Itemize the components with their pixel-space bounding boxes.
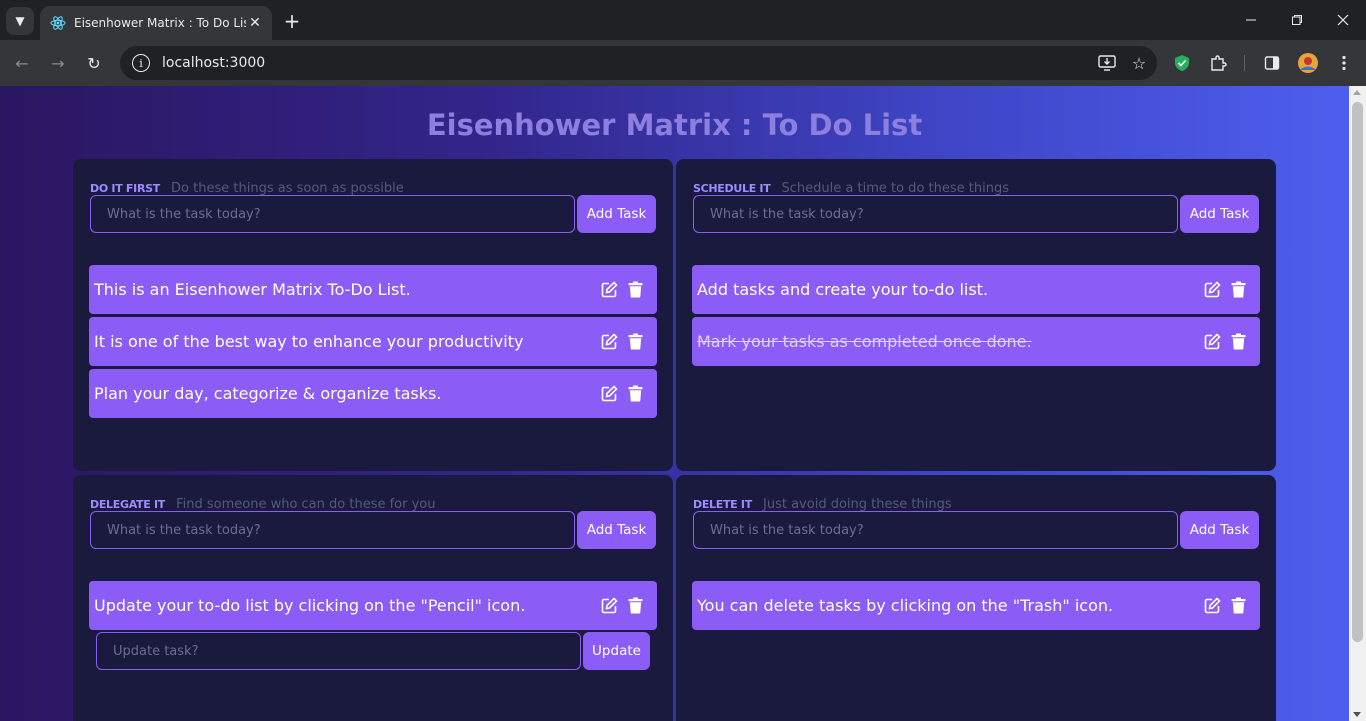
page-viewport: Eisenhower Matrix : To Do List DO IT FIR…: [0, 86, 1366, 721]
quadrant-description: Schedule a time to do these things: [781, 181, 1009, 196]
quadrant-header: DO IT FIRST Do these things as soon as p…: [90, 177, 404, 196]
pencil-icon[interactable]: [601, 281, 618, 298]
quadrant-label: DELEGATE IT: [90, 498, 165, 511]
task-text[interactable]: Mark your tasks as completed once done.: [697, 332, 1204, 351]
install-icon[interactable]: [1093, 49, 1121, 77]
task-input[interactable]: [693, 195, 1178, 233]
update-task-input[interactable]: [96, 632, 581, 670]
url-text[interactable]: localhost:3000: [162, 55, 1093, 71]
puzzle-icon[interactable]: [1204, 49, 1232, 77]
quadrant-description: Just avoid doing these things: [763, 497, 952, 512]
scrollbar-thumb[interactable]: [1352, 102, 1363, 642]
pencil-icon[interactable]: [601, 333, 618, 350]
quadrant-label: DO IT FIRST: [90, 182, 160, 195]
window-close-icon[interactable]: [1320, 0, 1366, 40]
trash-icon[interactable]: [628, 597, 645, 614]
task-text[interactable]: Update your to-do list by clicking on th…: [94, 596, 601, 615]
react-icon: [50, 15, 66, 31]
page-scrollbar[interactable]: [1349, 86, 1366, 721]
quadrant-header: DELEGATE IT Find someone who can do thes…: [90, 493, 435, 512]
update-button[interactable]: Update: [583, 632, 650, 670]
quadrant-description: Do these things as soon as possible: [171, 181, 404, 196]
trash-icon[interactable]: [628, 281, 645, 298]
task-item: Plan your day, categorize & organize tas…: [89, 369, 657, 418]
quadrant-label: DELETE IT: [693, 498, 752, 511]
add-task-button[interactable]: Add Task: [577, 195, 656, 233]
restore-icon[interactable]: [1274, 0, 1320, 40]
back-icon[interactable]: ←: [8, 49, 36, 77]
page-title: Eisenhower Matrix : To Do List: [426, 108, 923, 142]
pencil-icon[interactable]: [1204, 333, 1221, 350]
trash-icon[interactable]: [1231, 597, 1248, 614]
task-input[interactable]: [693, 511, 1178, 549]
quadrant-label: SCHEDULE IT: [693, 182, 771, 195]
quadrant-do-it-first: DO IT FIRST Do these things as soon as p…: [73, 159, 673, 471]
pencil-icon[interactable]: [601, 597, 618, 614]
profile-avatar[interactable]: [1294, 49, 1322, 77]
task-item: You can delete tasks by clicking on the …: [692, 581, 1260, 630]
tab-title: Eisenhower Matrix : To Do List: [74, 16, 246, 30]
toolbar-divider: [1244, 55, 1245, 71]
shield-extension-icon[interactable]: [1168, 49, 1196, 77]
task-item: Update your to-do list by clicking on th…: [89, 581, 657, 630]
close-icon[interactable]: ✕: [246, 14, 264, 32]
browser-tab-strip: ▼ Eisenhower Matrix : To Do List ✕ +: [0, 0, 1366, 40]
task-item: It is one of the best way to enhance you…: [89, 317, 657, 366]
side-panel-icon[interactable]: [1258, 49, 1286, 77]
task-input[interactable]: [90, 511, 575, 549]
task-input[interactable]: [90, 195, 575, 233]
task-text[interactable]: You can delete tasks by clicking on the …: [697, 596, 1204, 615]
quadrant-header: DELETE IT Just avoid doing these things: [693, 493, 952, 512]
plus-icon[interactable]: +: [280, 9, 304, 33]
quadrant-schedule-it: SCHEDULE IT Schedule a time to do these …: [676, 159, 1276, 471]
trash-icon[interactable]: [628, 385, 645, 402]
pencil-icon[interactable]: [601, 385, 618, 402]
trash-icon[interactable]: [628, 333, 645, 350]
task-text[interactable]: It is one of the best way to enhance you…: [94, 332, 601, 351]
quadrant-header: SCHEDULE IT Schedule a time to do these …: [693, 177, 1009, 196]
browser-toolbar: ← → ↻ i localhost:3000 ☆: [0, 40, 1366, 86]
task-item-completed: Mark your tasks as completed once done.: [692, 317, 1260, 366]
add-task-button[interactable]: Add Task: [1180, 195, 1259, 233]
star-icon[interactable]: ☆: [1125, 49, 1153, 77]
quadrant-description: Find someone who can do these for you: [176, 497, 436, 512]
task-text[interactable]: Add tasks and create your to-do list.: [697, 280, 1204, 299]
add-task-button[interactable]: Add Task: [577, 511, 656, 549]
task-item: Add tasks and create your to-do list.: [692, 265, 1260, 314]
task-text[interactable]: This is an Eisenhower Matrix To-Do List.: [94, 280, 601, 299]
quadrant-delete-it: DELETE IT Just avoid doing these things …: [676, 475, 1276, 721]
more-icon[interactable]: [1330, 49, 1358, 77]
quadrant-delegate-it: DELEGATE IT Find someone who can do thes…: [73, 475, 673, 721]
trash-icon[interactable]: [1231, 333, 1248, 350]
info-icon[interactable]: i: [132, 54, 150, 72]
task-text[interactable]: Plan your day, categorize & organize tas…: [94, 384, 601, 403]
reload-icon[interactable]: ↻: [80, 49, 108, 77]
trash-icon[interactable]: [1231, 281, 1248, 298]
scroll-up-arrow-icon[interactable]: [1353, 90, 1361, 95]
pencil-icon[interactable]: [1204, 281, 1221, 298]
pencil-icon[interactable]: [1204, 597, 1221, 614]
browser-tab[interactable]: Eisenhower Matrix : To Do List ✕: [40, 6, 272, 40]
address-bar[interactable]: i localhost:3000 ☆: [120, 46, 1157, 80]
forward-icon[interactable]: →: [44, 49, 72, 77]
minimize-icon[interactable]: [1228, 0, 1274, 40]
chevron-down-icon[interactable]: ▼: [6, 7, 34, 35]
scroll-down-arrow-icon[interactable]: [1353, 712, 1361, 717]
task-item: This is an Eisenhower Matrix To-Do List.: [89, 265, 657, 314]
add-task-button[interactable]: Add Task: [1180, 511, 1259, 549]
